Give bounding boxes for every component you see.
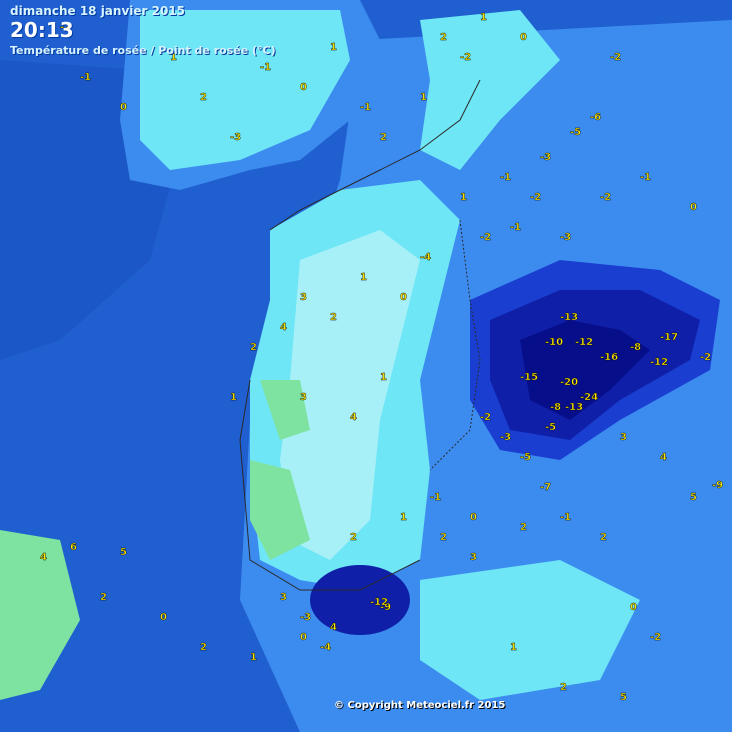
- station-value: -7: [540, 482, 551, 493]
- station-value: 5: [120, 547, 127, 558]
- station-value: 2: [100, 592, 107, 603]
- station-value: 0: [520, 32, 527, 43]
- station-value: 1: [480, 12, 487, 23]
- station-value: 1: [250, 652, 257, 663]
- station-value: -16: [600, 352, 618, 363]
- station-value: -1: [500, 172, 511, 183]
- station-value: -20: [560, 377, 578, 388]
- station-value: -17: [660, 332, 678, 343]
- map-time: 20:13: [10, 18, 74, 42]
- station-value: -5: [545, 422, 556, 433]
- station-value: 0: [300, 632, 307, 643]
- station-value: 1: [460, 192, 467, 203]
- station-value: 1: [230, 392, 237, 403]
- station-value: 1: [380, 372, 387, 383]
- station-value: -1: [510, 222, 521, 233]
- station-value: -9: [712, 480, 723, 491]
- station-value: 0: [690, 202, 697, 213]
- station-value: 3: [620, 432, 627, 443]
- station-value: 1: [420, 92, 427, 103]
- station-value: -8: [550, 402, 561, 413]
- station-value: -1: [360, 102, 371, 113]
- station-value: 1: [330, 42, 337, 53]
- station-value: -5: [570, 127, 581, 138]
- station-value: 2: [250, 342, 257, 353]
- station-value: -3: [300, 612, 311, 623]
- station-value: 3: [300, 292, 307, 303]
- copyright-notice: © Copyright Meteociel.fr 2015: [334, 700, 506, 711]
- station-value: -1: [80, 72, 91, 83]
- station-value: 3: [470, 552, 477, 563]
- station-value: 1: [510, 642, 517, 653]
- station-value: 6: [70, 542, 77, 553]
- station-value: 2: [560, 682, 567, 693]
- station-value: -1: [260, 62, 271, 73]
- map-title: Température de rosée / Point de rosée (°…: [10, 44, 276, 57]
- station-value: -1: [640, 172, 651, 183]
- station-value: -10: [545, 337, 563, 348]
- station-value: -2: [530, 192, 541, 203]
- station-value: 0: [300, 82, 307, 93]
- station-value: 5: [690, 492, 697, 503]
- station-value: 2: [380, 132, 387, 143]
- station-value: 0: [470, 512, 477, 523]
- station-value: 2: [440, 532, 447, 543]
- station-value: 2: [200, 642, 207, 653]
- map-date: dimanche 18 janvier 2015: [10, 4, 186, 18]
- pyrenees-cold-pocket: [310, 565, 410, 635]
- station-value: -2: [480, 412, 491, 423]
- station-value: 0: [120, 102, 127, 113]
- station-value: -12: [370, 597, 388, 608]
- station-value: -3: [230, 132, 241, 143]
- station-value: -12: [650, 357, 668, 368]
- station-value: 2: [350, 532, 357, 543]
- station-value: -6: [590, 112, 601, 123]
- station-value: -13: [560, 312, 578, 323]
- dew-point-map: -2-1012-3-101-121-2-6-5-3-2012-1-21-4-2-…: [0, 0, 732, 732]
- station-value: 0: [160, 612, 167, 623]
- station-value: -2: [650, 632, 661, 643]
- station-value: -13: [565, 402, 583, 413]
- station-value: -1: [430, 492, 441, 503]
- station-value: 0: [630, 602, 637, 613]
- station-value: -2: [460, 52, 471, 63]
- station-value: -5: [520, 452, 531, 463]
- station-value: 5: [620, 692, 627, 703]
- station-value: -3: [540, 152, 551, 163]
- station-value: 4: [660, 452, 667, 463]
- station-value: 3: [300, 392, 307, 403]
- station-value: 2: [600, 532, 607, 543]
- station-value: -8: [630, 342, 641, 353]
- station-value: 2: [330, 312, 337, 323]
- station-value: 3: [280, 592, 287, 603]
- station-value: -2: [480, 232, 491, 243]
- station-value: -4: [320, 642, 331, 653]
- station-value: -2: [610, 52, 621, 63]
- station-value: 2: [200, 92, 207, 103]
- station-value: -3: [500, 432, 511, 443]
- station-value: -1: [560, 512, 571, 523]
- station-value: -12: [575, 337, 593, 348]
- station-value: 0: [400, 292, 407, 303]
- station-value: -15: [520, 372, 538, 383]
- station-value: 2: [440, 32, 447, 43]
- station-value: -4: [420, 252, 431, 263]
- station-value: 1: [400, 512, 407, 523]
- station-value: 1: [360, 272, 367, 283]
- station-value: 4: [350, 412, 357, 423]
- station-value: 4: [330, 622, 337, 633]
- station-value: 2: [520, 522, 527, 533]
- station-value: -2: [600, 192, 611, 203]
- station-value: 4: [40, 552, 47, 563]
- station-value: -2: [700, 352, 711, 363]
- station-value: 4: [280, 322, 287, 333]
- station-value: -3: [560, 232, 571, 243]
